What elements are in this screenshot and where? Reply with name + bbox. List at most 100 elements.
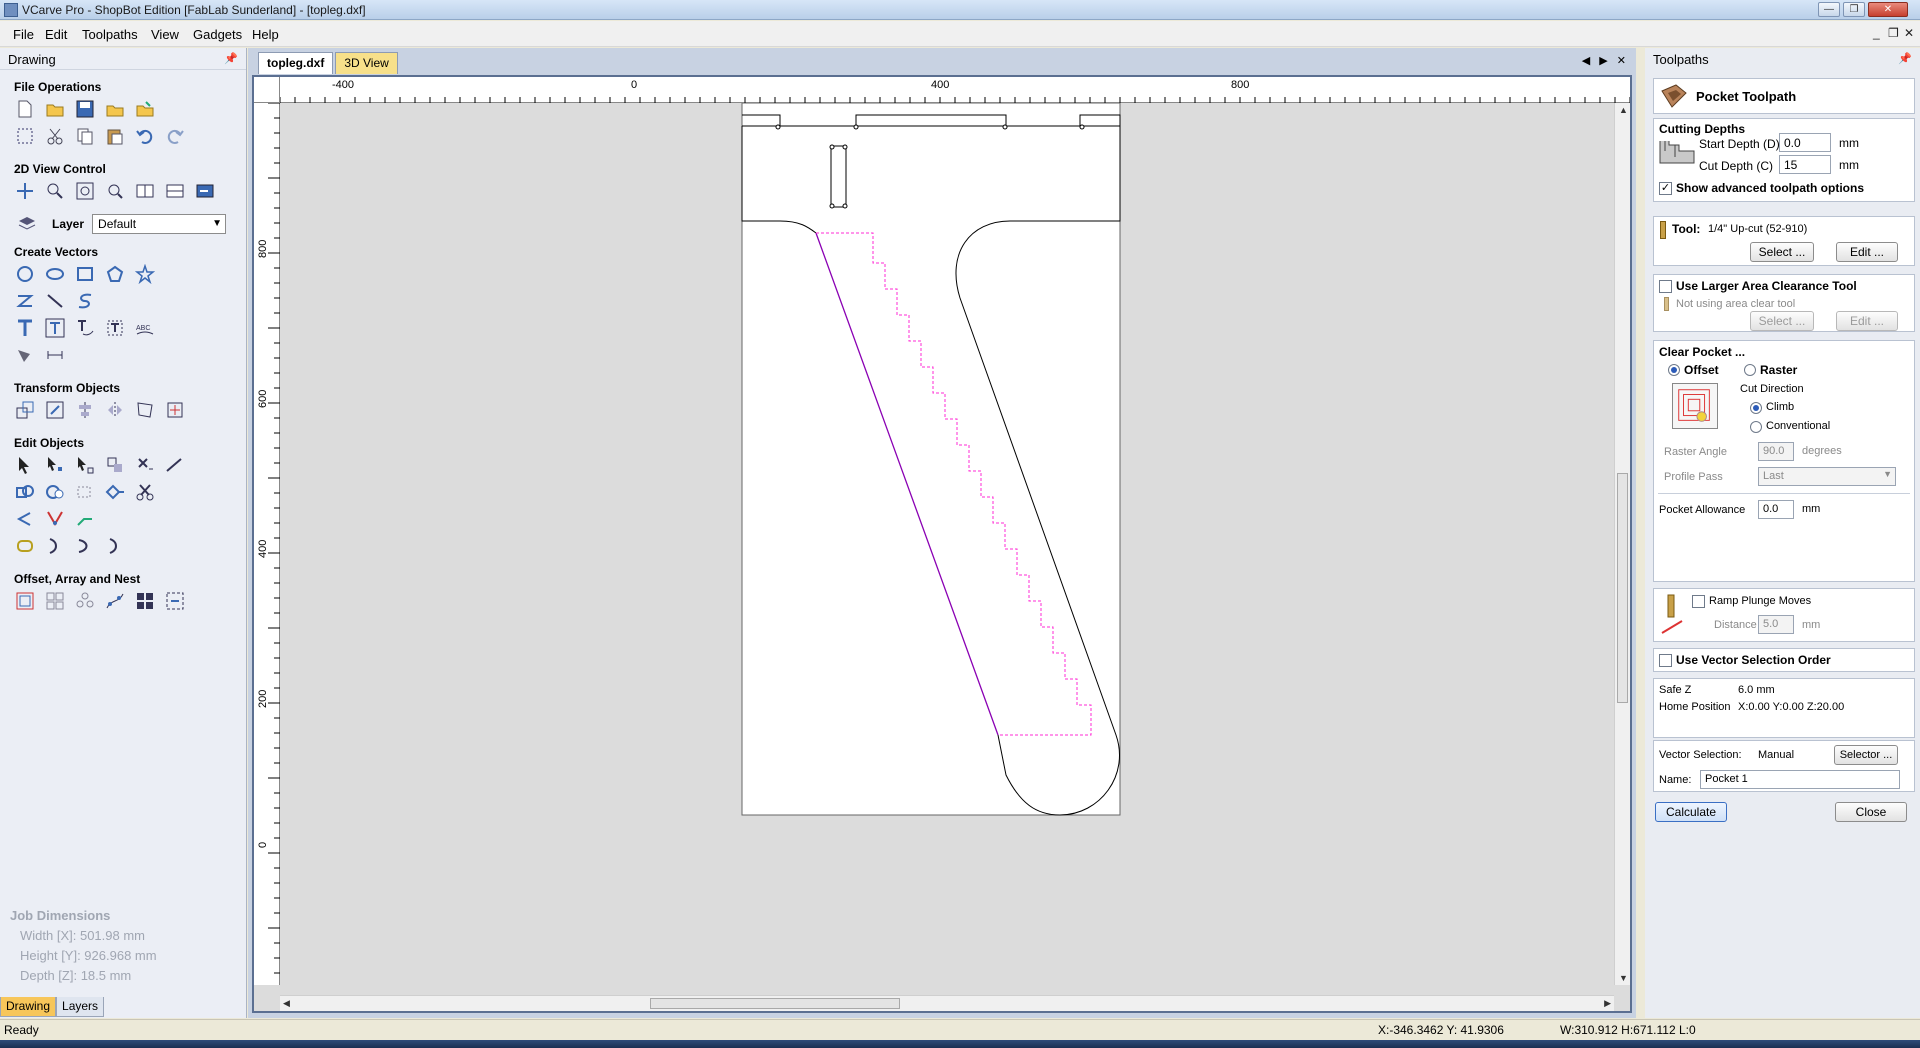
- area-tool-edit-button[interactable]: Edit ...: [1836, 311, 1898, 331]
- open-file-icon[interactable]: [44, 98, 66, 120]
- import-icon[interactable]: [104, 98, 126, 120]
- menu-gadgets[interactable]: Gadgets: [193, 27, 242, 42]
- zoom-selection-icon[interactable]: [104, 180, 126, 202]
- view-export-icon[interactable]: [194, 180, 216, 202]
- horizontal-scrollbar[interactable]: ◀ ▶: [280, 995, 1614, 1011]
- extend-icon[interactable]: [74, 508, 96, 530]
- measure-icon[interactable]: [164, 454, 186, 476]
- dimension-icon[interactable]: [44, 344, 66, 366]
- cut-depth-input[interactable]: 15: [1779, 155, 1831, 174]
- tab-layers[interactable]: Layers: [56, 997, 105, 1017]
- arc-icon[interactable]: [104, 535, 126, 557]
- node-edit-icon[interactable]: [44, 454, 66, 476]
- conventional-radio[interactable]: [1750, 421, 1762, 433]
- scroll-down-icon[interactable]: ▼: [1619, 973, 1628, 983]
- cut-icon[interactable]: [44, 125, 66, 147]
- menu-file[interactable]: File: [13, 27, 34, 42]
- polygon-icon[interactable]: [104, 263, 126, 285]
- star-icon[interactable]: [134, 263, 156, 285]
- offset-radio[interactable]: [1668, 364, 1680, 376]
- scroll-left-icon[interactable]: ◀: [1582, 55, 1590, 67]
- dogbone-icon[interactable]: [44, 508, 66, 530]
- mdi-close-button[interactable]: ✕: [1904, 26, 1914, 40]
- tool-edit-button[interactable]: Edit ...: [1836, 242, 1898, 262]
- draw-tabs-icon[interactable]: [14, 344, 36, 366]
- ramp-checkbox[interactable]: [1692, 595, 1705, 608]
- text-icon[interactable]: [14, 317, 36, 339]
- delete-icon[interactable]: [134, 454, 156, 476]
- vertical-scroll-thumb[interactable]: [1617, 473, 1628, 703]
- close-button[interactable]: Close: [1835, 802, 1907, 822]
- ellipse-icon[interactable]: [44, 263, 66, 285]
- tab-drawing[interactable]: Drawing: [0, 997, 57, 1017]
- circular-copy-icon[interactable]: [74, 590, 96, 612]
- node-handle[interactable]: [829, 144, 835, 150]
- climb-radio[interactable]: [1750, 402, 1762, 414]
- redo-icon[interactable]: [164, 125, 186, 147]
- weld-icon[interactable]: [14, 481, 36, 503]
- node-handle[interactable]: [842, 203, 848, 209]
- array-nest-icon[interactable]: [164, 590, 186, 612]
- zoom-extents-icon[interactable]: [74, 180, 96, 202]
- curve-fit-icon[interactable]: [44, 535, 66, 557]
- align-icon[interactable]: [74, 399, 96, 421]
- node-handle[interactable]: [775, 124, 781, 130]
- name-input[interactable]: Pocket 1: [1700, 770, 1900, 789]
- set-origin-icon[interactable]: [164, 399, 186, 421]
- mirror-icon[interactable]: [104, 399, 126, 421]
- vertical-scrollbar[interactable]: ▲ ▼: [1614, 103, 1630, 985]
- split-view-icon[interactable]: [134, 180, 156, 202]
- selector-button[interactable]: Selector ...: [1834, 745, 1898, 765]
- close-window-button[interactable]: ✕: [1868, 2, 1908, 17]
- paste-icon[interactable]: [104, 125, 126, 147]
- pan-icon[interactable]: [14, 180, 36, 202]
- larger-area-checkbox[interactable]: [1659, 280, 1672, 293]
- maximize-button[interactable]: ❐: [1843, 2, 1865, 17]
- select-icon[interactable]: [14, 454, 36, 476]
- undo-icon[interactable]: [134, 125, 156, 147]
- text-arc-icon[interactable]: ABC: [134, 317, 156, 339]
- drawing-canvas[interactable]: [280, 103, 1614, 959]
- text-on-curve-icon[interactable]: [74, 317, 96, 339]
- scroll-left-arrow-icon[interactable]: ◀: [283, 998, 290, 1009]
- tool-select-button[interactable]: Select ...: [1750, 242, 1814, 262]
- 2d-view[interactable]: -400 0 400 800 800 600 400 200 0 ▲ ▼ ◀ ▶: [252, 75, 1632, 1013]
- mdi-minimize-button[interactable]: _: [1873, 26, 1880, 40]
- polyline-icon[interactable]: [14, 290, 36, 312]
- node-handle[interactable]: [829, 203, 835, 209]
- menu-view[interactable]: View: [151, 27, 179, 42]
- pin-icon[interactable]: 📌: [1898, 52, 1912, 65]
- subtract-icon[interactable]: [44, 481, 66, 503]
- transform-select-icon[interactable]: [74, 454, 96, 476]
- intersect-icon[interactable]: [74, 481, 96, 503]
- import-bitmap-icon[interactable]: [134, 98, 156, 120]
- scissors-icon[interactable]: [134, 481, 156, 503]
- node-handle[interactable]: [1079, 124, 1085, 130]
- nesting-icon[interactable]: [134, 590, 156, 612]
- block-copy-icon[interactable]: [44, 590, 66, 612]
- move-icon[interactable]: [14, 399, 36, 421]
- scale-icon[interactable]: [44, 399, 66, 421]
- node-handle[interactable]: [853, 124, 859, 130]
- curve-icon[interactable]: [74, 290, 96, 312]
- raster-radio[interactable]: [1744, 364, 1756, 376]
- join-vectors-icon[interactable]: [104, 481, 126, 503]
- close-document-icon[interactable]: ✕: [1617, 55, 1626, 67]
- node-handle[interactable]: [842, 144, 848, 150]
- new-file-icon[interactable]: [14, 98, 36, 120]
- circle-icon[interactable]: [14, 263, 36, 285]
- profile-pass-dropdown[interactable]: Last ▼: [1758, 467, 1896, 486]
- calculate-button[interactable]: Calculate: [1655, 802, 1727, 822]
- interactive-trim-icon[interactable]: [104, 454, 126, 476]
- show-advanced-checkbox[interactable]: ✓: [1659, 182, 1672, 195]
- view-mode-icon[interactable]: [164, 180, 186, 202]
- rectangle-icon[interactable]: [74, 263, 96, 285]
- start-depth-input[interactable]: 0.0: [1779, 133, 1831, 152]
- area-tool-select-button[interactable]: Select ...: [1750, 311, 1814, 331]
- vector-order-checkbox[interactable]: [1659, 654, 1672, 667]
- fillet-icon[interactable]: [14, 508, 36, 530]
- offset-icon[interactable]: [14, 590, 36, 612]
- menu-toolpaths[interactable]: Toolpaths: [82, 27, 138, 42]
- distort-icon[interactable]: [134, 399, 156, 421]
- scroll-right-arrow-icon[interactable]: ▶: [1604, 998, 1611, 1009]
